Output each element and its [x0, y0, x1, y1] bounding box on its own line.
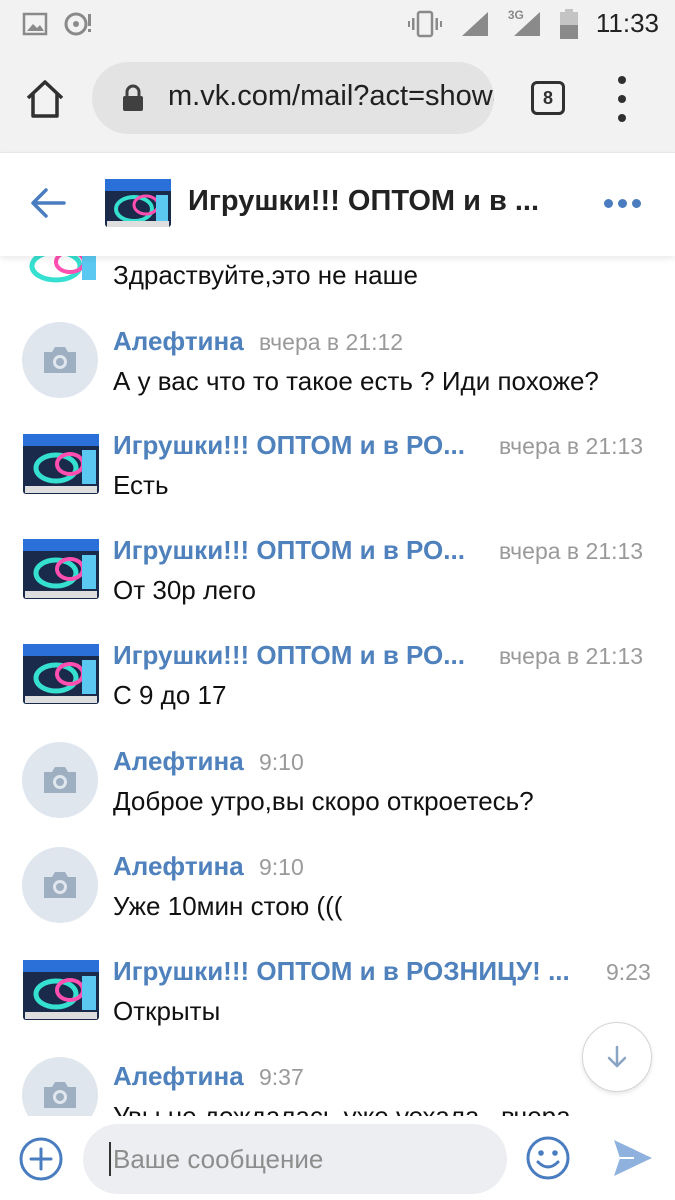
signal-icon	[461, 11, 488, 36]
home-icon[interactable]	[24, 78, 66, 120]
message-text: С 9 до 17	[113, 680, 227, 710]
url-text[interactable]: m.vk.com/mail?act=show&chat	[168, 80, 494, 113]
vibrate-icon	[407, 10, 442, 37]
camera-icon	[44, 1082, 76, 1108]
message-time: вчера в 21:13	[499, 433, 644, 459]
menu-icon[interactable]	[612, 76, 632, 122]
message-composer	[0, 1116, 675, 1200]
address-bar[interactable]: m.vk.com/mail?act=show&chat	[92, 62, 494, 134]
message-input-box[interactable]	[83, 1124, 507, 1194]
message-author[interactable]: Алефтина	[113, 326, 244, 357]
message-text: Здраствуйте,это не наше	[113, 260, 418, 290]
message-author[interactable]: Игрушки!!! ОПТОМ и в РО...	[113, 640, 465, 671]
message-text: Открыты	[113, 996, 221, 1026]
message-time: 9:37	[259, 1064, 304, 1090]
arrow-down-icon	[607, 1045, 627, 1068]
group-avatar[interactable]	[22, 958, 100, 1022]
user-avatar[interactable]	[22, 742, 98, 818]
message-text: А у вас что то такое есть ? Иди похоже?	[113, 366, 599, 396]
message-author[interactable]: Алефтина	[113, 746, 244, 777]
user-avatar[interactable]	[22, 322, 98, 398]
message-time: вчера в 21:12	[259, 329, 404, 355]
user-avatar[interactable]	[22, 847, 98, 923]
tabs-button[interactable]: 8	[531, 81, 565, 115]
back-arrow-icon[interactable]	[28, 183, 68, 223]
camera-icon	[44, 347, 76, 373]
message-text: Уже 10мин стою (((	[113, 891, 343, 921]
message-text: Есть	[113, 470, 169, 500]
clock: 11:33	[595, 8, 659, 38]
message-time: вчера в 21:13	[499, 643, 644, 669]
group-avatar[interactable]	[22, 256, 100, 300]
message-author[interactable]: Алефтина	[113, 851, 244, 882]
chat-title[interactable]: Игрушки!!! ОПТОМ и в ...	[188, 185, 539, 218]
message-author[interactable]: Игрушки!!! ОПТОМ и в РО...	[113, 535, 465, 566]
send-icon[interactable]	[612, 1138, 654, 1178]
message-list[interactable]: Здраствуйте,это не наше Алефтина вчера в…	[0, 256, 675, 1116]
message-time: 9:10	[259, 749, 304, 775]
media-icon	[64, 12, 91, 36]
status-bar: 3G 11:33	[0, 0, 675, 48]
message-author[interactable]: Алефтина	[113, 1061, 244, 1092]
browser-toolbar: m.vk.com/mail?act=show&chat 8	[0, 48, 675, 152]
plus-icon[interactable]	[18, 1136, 64, 1182]
group-avatar[interactable]	[22, 642, 100, 706]
camera-icon	[44, 767, 76, 793]
group-avatar[interactable]	[22, 537, 100, 601]
image-icon	[22, 12, 48, 36]
message-author[interactable]: Игрушки!!! ОПТОМ и в РО...	[113, 430, 465, 461]
group-avatar[interactable]	[22, 432, 100, 496]
emoji-icon[interactable]	[524, 1134, 572, 1182]
message-text: Доброе утро,вы скоро откроетесь?	[113, 786, 534, 816]
message-time: 9:10	[259, 854, 304, 880]
message-text: Увы,не дождалась,уже уехала...вчера	[113, 1101, 571, 1116]
lock-icon	[123, 84, 143, 111]
user-avatar[interactable]	[22, 1057, 98, 1116]
message-input[interactable]	[109, 1142, 489, 1176]
message-time: 9:23	[606, 959, 651, 985]
group-avatar[interactable]	[104, 175, 172, 231]
message-text: От 30р лего	[113, 575, 256, 605]
scroll-to-bottom-button[interactable]	[582, 1022, 652, 1092]
signal-3g-icon: 3G	[508, 8, 542, 38]
more-icon[interactable]	[604, 199, 641, 208]
battery-icon	[559, 8, 578, 39]
message-time: вчера в 21:13	[499, 538, 644, 564]
chat-header: Игрушки!!! ОПТОМ и в ...	[0, 152, 675, 256]
tab-count: 8	[542, 87, 553, 108]
message-author[interactable]: Игрушки!!! ОПТОМ и в РОЗНИЦУ! ...	[113, 956, 570, 987]
camera-icon	[44, 872, 76, 898]
